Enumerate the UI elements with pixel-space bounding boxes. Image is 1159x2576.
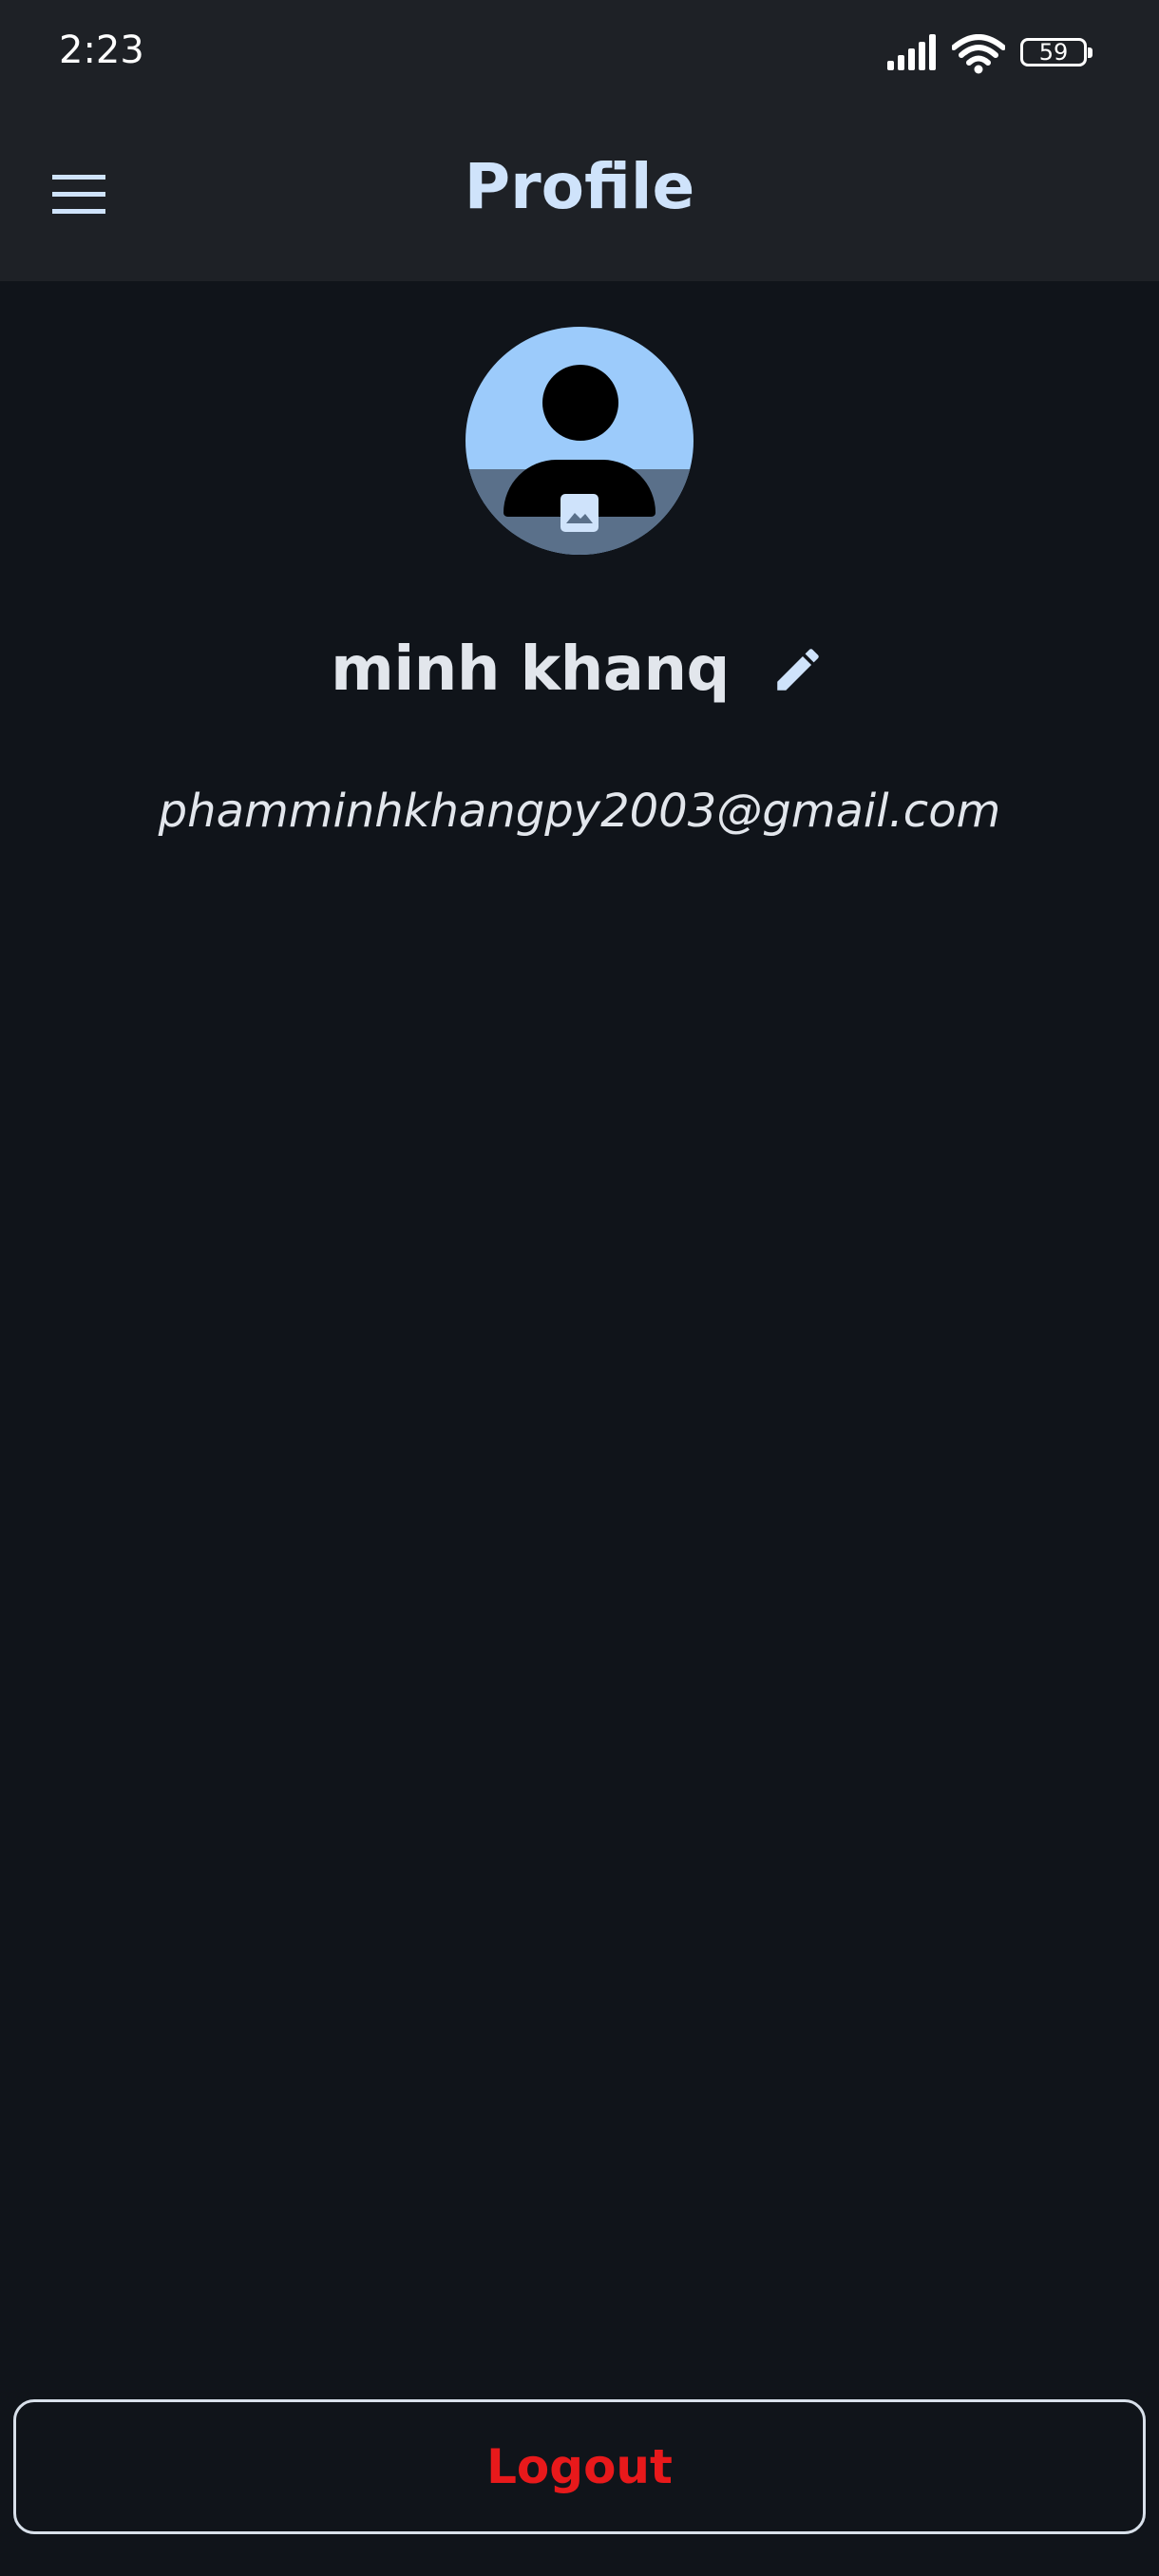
name-row: minh khanq [0,627,1159,712]
status-time: 2:23 [59,28,144,72]
battery-icon: 59 [1020,38,1092,66]
image-icon[interactable] [559,492,600,534]
logout-label: Logout [486,2439,673,2494]
person-icon [542,365,618,441]
avatar[interactable] [466,327,694,555]
app-bar: Profile [0,112,1159,281]
edit-name-button[interactable] [768,639,828,700]
user-name: minh khanq [331,635,730,705]
user-email: phamminhkhangpy2003@gmail.com [158,785,1001,838]
status-bar: 2:23 59 [0,0,1159,112]
signal-icon [887,34,936,70]
pencil-icon [777,649,819,691]
page-title: Profile [464,150,695,223]
wifi-icon [952,34,1005,74]
logout-button[interactable]: Logout [13,2399,1146,2534]
